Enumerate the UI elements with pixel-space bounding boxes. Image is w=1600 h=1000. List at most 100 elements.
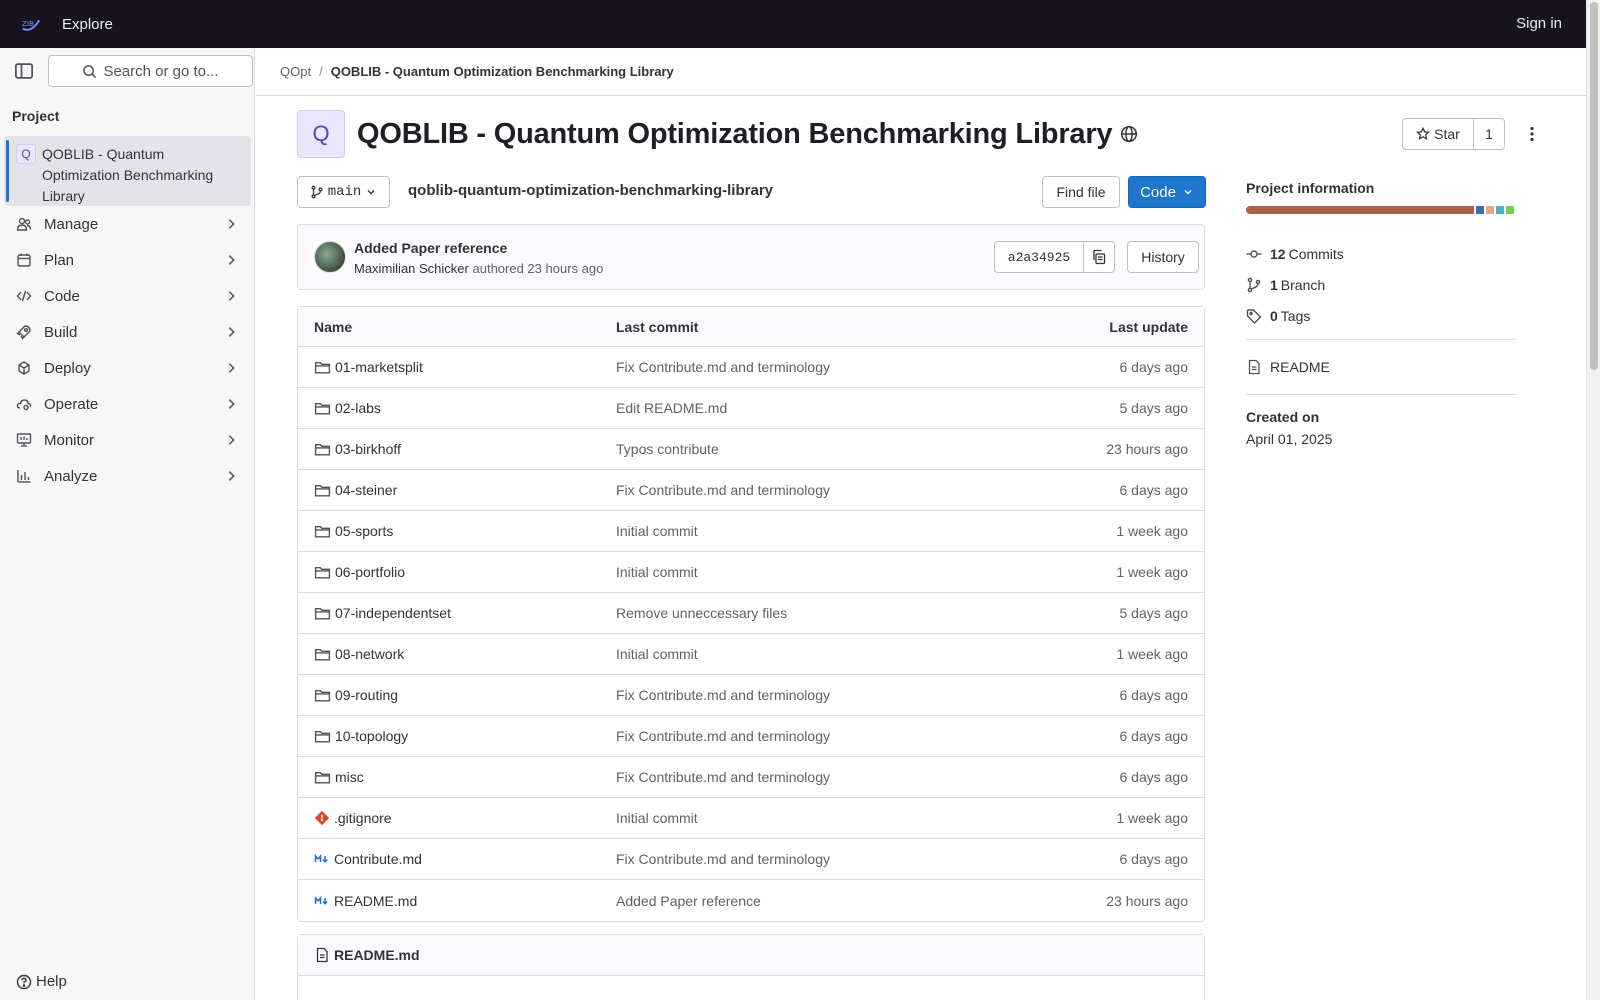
last-commit-cell[interactable]: Fix Contribute.md and terminology [616, 851, 830, 867]
readme-link[interactable]: README [1246, 348, 1516, 386]
star-button[interactable]: Star [1402, 118, 1474, 150]
last-commit-cell[interactable]: Fix Contribute.md and terminology [616, 359, 830, 375]
last-commit-cell[interactable]: Initial commit [616, 646, 698, 662]
table-row[interactable]: Contribute.md Fix Contribute.md and termi… [298, 839, 1204, 880]
sidebar-item-project[interactable]: Q QOBLIB - Quantum Optimization Benchmar… [4, 136, 251, 206]
file-name: 02-labs [335, 400, 381, 416]
breadcrumb-group[interactable]: QOpt [280, 64, 311, 79]
file-name-cell[interactable]: 01-marketsplit [314, 359, 423, 376]
author-avatar[interactable] [314, 241, 346, 273]
file-name-cell[interactable]: Contribute.md [314, 851, 422, 867]
copy-sha-button[interactable] [1084, 241, 1115, 273]
rocket-icon [16, 325, 31, 340]
readme-title[interactable]: README.md [334, 947, 420, 963]
code-dropdown-button[interactable]: Code [1128, 176, 1206, 208]
table-row[interactable]: .gitignore Initial commit 1 week ago [298, 798, 1204, 839]
table-row[interactable]: 06-portfolio Initial commit 1 week ago [298, 552, 1204, 593]
language-segment[interactable] [1475, 206, 1484, 214]
folder-icon [314, 730, 331, 743]
table-row[interactable]: 09-routing Fix Contribute.md and terminol… [298, 675, 1204, 716]
file-name-cell[interactable]: 02-labs [314, 400, 381, 417]
file-name: 05-sports [335, 523, 394, 539]
file-name-cell[interactable]: 03-birkhoff [314, 441, 401, 458]
more-actions-button[interactable] [1518, 120, 1546, 148]
folder-icon [314, 771, 331, 784]
table-row[interactable]: misc Fix Contribute.md and terminology 6 d… [298, 757, 1204, 798]
explore-link[interactable]: Explore [62, 16, 113, 33]
file-name-cell[interactable]: 10-topology [314, 728, 408, 745]
sidebar-item-label: Analyze [44, 467, 98, 485]
last-update-cell: 6 days ago [1119, 359, 1189, 375]
file-name-cell[interactable]: 06-portfolio [314, 564, 405, 581]
table-row[interactable]: 05-sports Initial commit 1 week ago [298, 511, 1204, 552]
history-button[interactable]: History [1127, 241, 1199, 273]
tags-link[interactable]: 0 Tags [1246, 300, 1516, 331]
find-file-button[interactable]: Find file [1042, 176, 1120, 208]
branches-link[interactable]: 1 Branch [1246, 269, 1516, 300]
file-name-cell[interactable]: 08-network [314, 646, 404, 663]
last-update-cell: 1 week ago [1116, 564, 1188, 580]
sidebar-item-analyze[interactable]: Analyze [0, 458, 254, 494]
star-count-button[interactable]: 1 [1474, 118, 1505, 150]
sidebar-top: Search or go to... [0, 48, 254, 94]
sidebar-item-manage[interactable]: Manage [0, 206, 254, 242]
last-commit-cell[interactable]: Remove unneccessary files [616, 605, 787, 621]
sidebar-item-code[interactable]: Code [0, 278, 254, 314]
last-commit-cell[interactable]: Initial commit [616, 810, 698, 826]
last-commit-cell[interactable]: Fix Contribute.md and terminology [616, 769, 830, 785]
folder-icon [314, 443, 331, 456]
table-row[interactable]: 03-birkhoff Typos contribute 23 hours ago [298, 429, 1204, 470]
language-segment[interactable] [1485, 206, 1494, 214]
branch-selector[interactable]: main [297, 176, 390, 208]
table-row[interactable]: 02-labs Edit README.md 5 days ago [298, 388, 1204, 429]
commit-message[interactable]: Added Paper reference [354, 240, 507, 256]
language-segment[interactable] [1246, 206, 1474, 214]
language-segment[interactable] [1505, 206, 1514, 214]
last-commit-cell[interactable]: Edit README.md [616, 400, 727, 416]
help-button[interactable]: Help [16, 973, 67, 990]
sign-in-link[interactable]: Sign in [1516, 15, 1562, 32]
file-name-cell[interactable]: 07-independentset [314, 605, 451, 622]
table-row[interactable]: 01-marketsplit Fix Contribute.md and term… [298, 347, 1204, 388]
file-name-cell[interactable]: 04-steiner [314, 482, 397, 499]
file-name-cell[interactable]: misc [314, 769, 364, 786]
file-name: 04-steiner [335, 482, 398, 498]
table-row[interactable]: 08-network Initial commit 1 week ago [298, 634, 1204, 675]
commit-sha-button[interactable]: a2a34925 [994, 241, 1084, 273]
file-name-cell[interactable]: .gitignore [314, 810, 392, 826]
last-commit-cell[interactable]: Fix Contribute.md and terminology [616, 482, 830, 498]
table-row[interactable]: 07-independentset Remove unneccessary fil… [298, 593, 1204, 634]
language-bar[interactable] [1246, 206, 1516, 214]
commits-link[interactable]: 12 Commits [1246, 238, 1516, 269]
repo-path[interactable]: qoblib-quantum-optimization-benchmarking… [408, 182, 773, 199]
file-name-cell[interactable]: 05-sports [314, 523, 393, 540]
file-name-cell[interactable]: README.md [314, 893, 417, 909]
markdown-icon [314, 853, 328, 863]
last-commit-cell[interactable]: Fix Contribute.md and terminology [616, 687, 830, 703]
scrollbar-thumb[interactable] [1590, 2, 1598, 370]
sidebar-item-deploy[interactable]: Deploy [0, 350, 254, 386]
language-segment[interactable] [1495, 206, 1504, 214]
last-commit-cell[interactable]: Added Paper reference [616, 893, 761, 909]
folder-icon [314, 607, 331, 620]
code-button-label: Code [1140, 183, 1176, 201]
sidebar-item-monitor[interactable]: Monitor [0, 422, 254, 458]
commit-author[interactable]: Maximilian Schicker [354, 261, 469, 276]
last-commit-cell[interactable]: Initial commit [616, 523, 698, 539]
sidebar-item-operate[interactable]: Operate [0, 386, 254, 422]
last-commit-cell[interactable]: Typos contribute [616, 441, 719, 457]
table-row[interactable]: README.md Added Paper reference 23 hours a… [298, 880, 1204, 921]
zib-logo-icon[interactable]: ZIB [20, 13, 42, 35]
breadcrumb-project[interactable]: QOBLIB - Quantum Optimization Benchmarki… [331, 64, 674, 79]
table-row[interactable]: 10-topology Fix Contribute.md and termino… [298, 716, 1204, 757]
last-commit-cell[interactable]: Fix Contribute.md and terminology [616, 728, 830, 744]
file-name: Contribute.md [334, 851, 422, 867]
page-scrollbar[interactable] [1586, 0, 1600, 1000]
last-commit-cell[interactable]: Initial commit [616, 564, 698, 580]
search-button[interactable]: Search or go to... [48, 55, 253, 87]
sidebar-item-plan[interactable]: Plan [0, 242, 254, 278]
sidebar-toggle-icon[interactable] [14, 61, 34, 81]
file-name-cell[interactable]: 09-routing [314, 687, 398, 704]
sidebar-item-build[interactable]: Build [0, 314, 254, 350]
table-row[interactable]: 04-steiner Fix Contribute.md and terminol… [298, 470, 1204, 511]
